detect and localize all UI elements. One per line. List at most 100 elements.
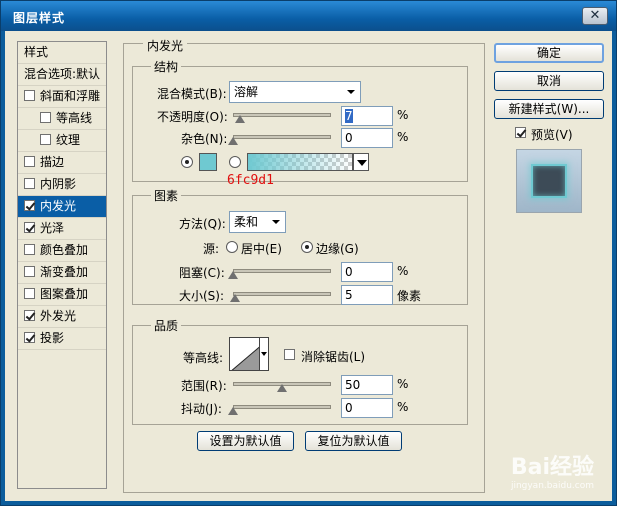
ok-button[interactable]: 确定: [494, 43, 604, 63]
noise-slider[interactable]: [233, 135, 331, 139]
style-item-label: 光泽: [40, 221, 65, 235]
noise-slider-thumb[interactable]: [228, 137, 238, 145]
blend-mode-select[interactable]: 溶解: [229, 81, 361, 103]
size-slider[interactable]: [233, 292, 331, 296]
chevron-down-icon: [347, 90, 355, 94]
choke-label: 阻塞(C):: [179, 266, 225, 280]
baidu-watermark: Bai经验 jingyan.baidu.com: [511, 449, 594, 491]
style-item[interactable]: 纹理: [18, 130, 106, 152]
range-slider-thumb[interactable]: [277, 384, 287, 392]
style-item[interactable]: 等高线: [18, 108, 106, 130]
opacity-unit: %: [397, 108, 409, 122]
style-item-label: 内阴影: [40, 177, 77, 191]
reset-default-button[interactable]: 复位为默认值: [305, 431, 402, 451]
jitter-input[interactable]: 0: [341, 398, 393, 418]
opacity-slider[interactable]: [233, 113, 331, 117]
jitter-unit: %: [397, 400, 409, 414]
source-center-radio[interactable]: [226, 241, 238, 253]
opacity-value: 7: [345, 109, 353, 123]
choke-slider-thumb[interactable]: [228, 271, 238, 279]
close-button[interactable]: ✕: [582, 7, 608, 25]
range-label: 范围(R):: [181, 379, 227, 393]
window-title: 图层样式: [13, 11, 66, 25]
style-item[interactable]: 渐变叠加: [18, 262, 106, 284]
watermark-sub: jingyan.baidu.com: [510, 481, 594, 491]
contour-dropdown-button[interactable]: [259, 337, 269, 371]
title-bar[interactable]: 图层样式 ✕: [1, 1, 616, 31]
make-default-button[interactable]: 设置为默认值: [197, 431, 294, 451]
style-checkbox[interactable]: [24, 266, 35, 277]
style-checkbox[interactable]: [24, 200, 35, 211]
style-item[interactable]: 内阴影: [18, 174, 106, 196]
style-item-label: 渐变叠加: [40, 265, 89, 279]
style-checkbox[interactable]: [24, 288, 35, 299]
anti-alias-label[interactable]: 消除锯齿(L): [301, 348, 365, 365]
preview-thumbnail: [531, 164, 567, 198]
chevron-down-icon: [272, 220, 280, 224]
style-item[interactable]: 图案叠加: [18, 284, 106, 306]
style-item[interactable]: 投影: [18, 328, 106, 350]
source-center-label[interactable]: 居中(E): [241, 240, 282, 257]
blend-options-item[interactable]: 混合选项:默认: [18, 64, 106, 86]
preview-checkbox[interactable]: [515, 127, 526, 138]
style-item[interactable]: 内发光: [18, 196, 106, 218]
style-checkbox[interactable]: [24, 90, 35, 101]
new-style-button[interactable]: 新建样式(W)...: [494, 99, 604, 119]
jitter-slider[interactable]: [233, 405, 331, 409]
style-item[interactable]: 描边: [18, 152, 106, 174]
anti-alias-checkbox[interactable]: [284, 349, 295, 360]
jitter-slider-thumb[interactable]: [228, 407, 238, 415]
preview-label[interactable]: 预览(V): [531, 126, 573, 143]
color-radio[interactable]: [181, 156, 193, 168]
style-item-label: 纹理: [56, 133, 81, 147]
technique-label: 方法(Q):: [179, 217, 226, 231]
size-input[interactable]: 5: [341, 285, 393, 305]
noise-unit: %: [397, 130, 409, 144]
technique-select[interactable]: 柔和: [229, 211, 286, 233]
style-checkbox[interactable]: [24, 332, 35, 343]
style-checkbox[interactable]: [40, 134, 51, 145]
size-slider-thumb[interactable]: [229, 294, 240, 302]
size-label: 大小(S):: [179, 289, 225, 303]
style-checkbox[interactable]: [24, 310, 35, 321]
style-item[interactable]: 颜色叠加: [18, 240, 106, 262]
styles-header[interactable]: 样式: [18, 42, 106, 64]
opacity-label: 不透明度(O):: [157, 110, 228, 124]
style-item[interactable]: 外发光: [18, 306, 106, 328]
style-item-label: 斜面和浮雕: [40, 89, 101, 103]
noise-input[interactable]: 0: [341, 128, 393, 148]
style-checkbox[interactable]: [24, 244, 35, 255]
styles-list: 样式 混合选项:默认 斜面和浮雕等高线纹理描边内阴影内发光光泽颜色叠加渐变叠加图…: [17, 41, 107, 489]
blend-mode-label: 混合模式(B):: [157, 87, 227, 101]
style-checkbox[interactable]: [40, 112, 51, 123]
style-item-label: 描边: [40, 155, 65, 169]
source-edge-radio[interactable]: [301, 241, 313, 253]
opacity-input[interactable]: 7: [341, 106, 393, 126]
choke-unit: %: [397, 264, 409, 278]
style-item-label: 颜色叠加: [40, 243, 89, 257]
style-item[interactable]: 斜面和浮雕: [18, 86, 106, 108]
glow-color-swatch[interactable]: [199, 153, 217, 171]
style-checkbox[interactable]: [24, 156, 35, 167]
gradient-radio[interactable]: [229, 156, 241, 168]
gradient-dropdown-button[interactable]: [353, 153, 369, 171]
cancel-button[interactable]: 取消: [494, 71, 604, 91]
dialog-body: 样式 混合选项:默认 斜面和浮雕等高线纹理描边内阴影内发光光泽颜色叠加渐变叠加图…: [5, 31, 612, 501]
style-item-label: 内发光: [40, 199, 77, 213]
style-checkbox[interactable]: [24, 222, 35, 233]
style-item-label: 投影: [40, 331, 65, 345]
glow-gradient-swatch[interactable]: [247, 153, 353, 171]
contour-label: 等高线:: [183, 351, 224, 365]
style-item-label: 图案叠加: [40, 287, 89, 301]
range-unit: %: [397, 377, 409, 391]
style-item[interactable]: 光泽: [18, 218, 106, 240]
quality-title: 品质: [151, 317, 182, 334]
color-hex-annotation: 6fc9d1: [227, 173, 274, 188]
choke-slider[interactable]: [233, 269, 331, 273]
range-input[interactable]: 50: [341, 375, 393, 395]
jitter-label: 抖动(J):: [181, 402, 222, 416]
style-checkbox[interactable]: [24, 178, 35, 189]
opacity-slider-thumb[interactable]: [234, 115, 245, 123]
choke-input[interactable]: 0: [341, 262, 393, 282]
source-edge-label[interactable]: 边缘(G): [316, 240, 359, 257]
